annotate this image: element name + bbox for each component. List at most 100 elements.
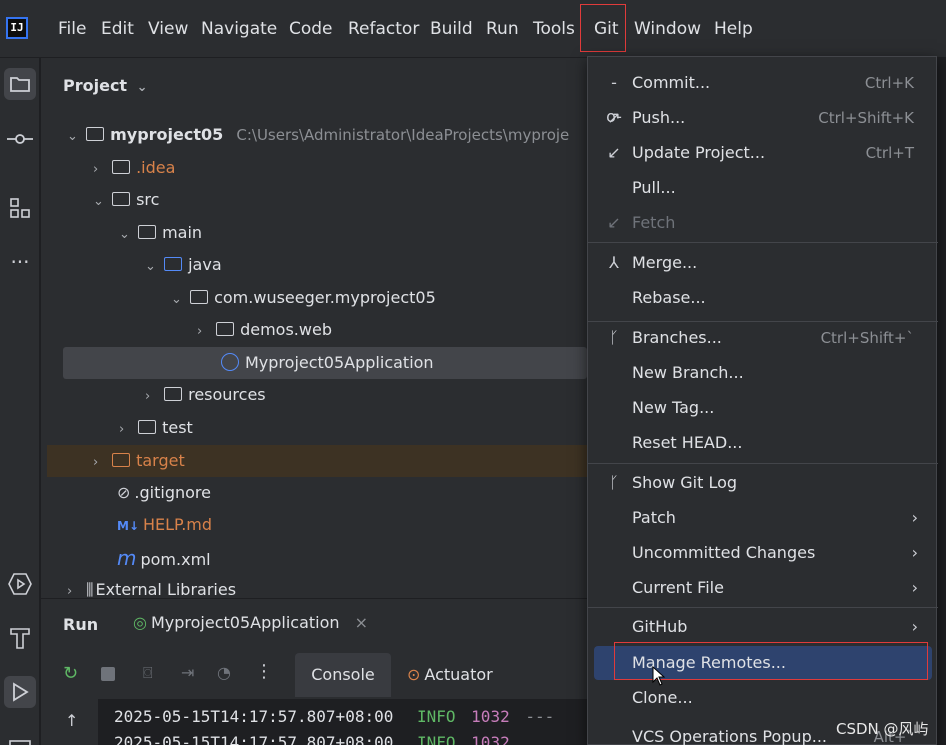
tree-label: .gitignore — [134, 483, 211, 502]
menu-window[interactable]: Window — [634, 19, 701, 39]
tree-row-demos-web[interactable]: › demos.web — [197, 316, 332, 344]
log-pid: 1032 — [471, 707, 510, 726]
folder-icon — [138, 225, 157, 239]
tree-row-main[interactable]: ⌄ main — [119, 219, 202, 247]
tree-row-myproject05[interactable]: ⌄ myproject05 C:\Users\Administrator\Ide… — [67, 121, 569, 149]
tree-row-idea[interactable]: › .idea — [93, 154, 175, 182]
menu-item-label: New Tag... — [632, 398, 715, 417]
tree-row-src[interactable]: ⌄ src — [93, 186, 159, 214]
maven-icon: m — [117, 546, 137, 570]
menu-item-label: Reset HEAD... — [632, 433, 743, 452]
tree-row-help-md[interactable]: M↓ HELP.md — [117, 511, 212, 539]
project-tool-icon[interactable] — [4, 68, 36, 100]
run-config-tab[interactable]: ◎ Myproject05Application × — [133, 613, 368, 632]
menu-item-label: Push... — [632, 108, 686, 127]
menu-item-branches[interactable]: ᚴ Branches... Ctrl+Shift+` — [588, 321, 938, 355]
menu-item-reset-head[interactable]: Reset HEAD... — [588, 426, 938, 460]
menu-run[interactable]: Run — [486, 19, 519, 39]
branch-icon: ᚴ — [609, 328, 619, 347]
menu-item-uncommitted-changes[interactable]: Uncommitted Changes › — [588, 536, 938, 570]
menu-item-label: Update Project... — [632, 143, 766, 162]
tree-row-package[interactable]: ⌄ com.wuseeger.myproject05 — [171, 284, 436, 312]
menu-item-new-branch[interactable]: New Branch... — [588, 356, 938, 390]
run-panel-title: Run — [63, 615, 99, 634]
menu-item-label: Merge... — [632, 253, 698, 272]
more-tools-icon[interactable]: ··· — [4, 246, 36, 278]
package-icon — [190, 290, 209, 304]
chevron-right-icon: › — [911, 508, 918, 527]
build-tool-icon[interactable] — [4, 622, 36, 654]
tree-label: .idea — [136, 158, 176, 177]
menu-item-new-tag[interactable]: New Tag... — [588, 391, 938, 425]
menu-item-label: Pull... — [632, 178, 676, 197]
git-menu-highlight-box — [580, 4, 626, 52]
menu-help[interactable]: Help — [714, 19, 753, 39]
tree-row-test[interactable]: › test — [119, 414, 193, 442]
menu-tools[interactable]: Tools — [533, 19, 575, 39]
tree-label: HELP.md — [143, 515, 213, 534]
menu-separator — [588, 463, 938, 464]
tree-row-gitignore[interactable]: ⊘ .gitignore — [117, 479, 211, 507]
tree-row-pom[interactable]: m pom.xml — [117, 544, 211, 572]
tab-actuator[interactable]: ⊙ Actuator — [407, 665, 493, 684]
tree-row-external-libraries[interactable]: › ⫼ External Libraries — [67, 576, 236, 598]
excluded-folder-icon — [112, 453, 131, 467]
spring-class-icon — [221, 353, 239, 371]
shortcut: Ctrl+K — [864, 74, 914, 92]
chevron-down-icon: ⌄ — [136, 80, 148, 95]
chevron-right-icon: › — [67, 584, 73, 598]
package-icon — [216, 322, 235, 336]
close-icon[interactable]: × — [355, 613, 368, 632]
log-time: 2025-05-15T14:17:57.807+08:00 — [114, 733, 394, 745]
menu-item-github[interactable]: GitHub › — [588, 610, 938, 644]
run-tool-icon[interactable] — [4, 676, 36, 708]
rerun-icon[interactable]: ↻ — [63, 663, 78, 684]
commit-tool-icon[interactable] — [4, 122, 36, 154]
dashboard-icon[interactable]: ◔ — [217, 663, 231, 682]
menu-code[interactable]: Code — [289, 19, 333, 39]
menu-refactor[interactable]: Refactor — [348, 19, 419, 39]
menu-item-patch[interactable]: Patch › — [588, 501, 938, 535]
menu-item-show-git-log[interactable]: ᚴ Show Git Log — [588, 466, 938, 500]
chevron-right-icon: › — [911, 543, 918, 562]
terminal-tool-icon[interactable] — [4, 730, 36, 745]
menu-item-clone[interactable]: Clone... — [588, 681, 938, 715]
menu-item-current-file[interactable]: Current File › — [588, 571, 938, 605]
restore-layout-icon[interactable]: ⇥ — [181, 663, 194, 682]
scroll-up-icon[interactable]: ↑ — [65, 711, 78, 730]
menu-item-label: Branches... — [632, 328, 722, 347]
shortcut: Ctrl+Shift+K — [818, 109, 914, 127]
project-title-label: Project — [63, 76, 128, 95]
menu-item-commit[interactable]: -o- Commit... Ctrl+K — [588, 66, 938, 126]
tree-row-application[interactable]: Myproject05Application — [221, 349, 434, 377]
stop-icon[interactable] — [101, 667, 115, 681]
menu-build[interactable]: Build — [430, 19, 473, 39]
menu-item-label: GitHub — [632, 617, 688, 636]
chevron-down-icon: ⌄ — [145, 259, 156, 274]
tree-row-resources[interactable]: › resources — [145, 381, 266, 409]
menu-item-push[interactable]: ↗ Push... Ctrl+Shift+K — [588, 101, 938, 135]
menu-item-rebase[interactable]: Rebase... — [588, 281, 938, 315]
tree-label: src — [136, 190, 160, 209]
tree-label: java — [188, 255, 222, 274]
ignore-file-icon: ⊘ — [117, 483, 131, 502]
tree-label: target — [136, 451, 185, 470]
menu-item-pull[interactable]: Pull... — [588, 171, 938, 205]
menu-file[interactable]: File — [58, 19, 86, 39]
project-panel-title[interactable]: Project ⌄ — [63, 76, 148, 95]
structure-tool-icon[interactable] — [4, 192, 36, 224]
menu-item-update-project[interactable]: ↙ Update Project... Ctrl+T — [588, 136, 938, 170]
log-line: 2025-05-15T14:17:57.807+08:00 INFO 1032 … — [114, 707, 554, 726]
push-icon: ↗ — [607, 108, 621, 127]
more-options-icon[interactable]: ⋮ — [255, 661, 273, 682]
services-tool-icon[interactable] — [4, 568, 36, 600]
menu-item-merge[interactable]: ⅄ Merge... — [588, 246, 938, 280]
menu-view[interactable]: View — [148, 19, 188, 39]
tree-row-java[interactable]: ⌄ java — [145, 251, 222, 279]
camera-icon[interactable]: ⌼ — [143, 663, 153, 683]
menu-navigate[interactable]: Navigate — [201, 19, 277, 39]
menu-edit[interactable]: Edit — [101, 19, 134, 39]
chevron-down-icon: ⌄ — [119, 227, 130, 242]
tab-console[interactable]: Console — [295, 653, 391, 697]
tree-row-target[interactable]: › target — [93, 447, 185, 475]
